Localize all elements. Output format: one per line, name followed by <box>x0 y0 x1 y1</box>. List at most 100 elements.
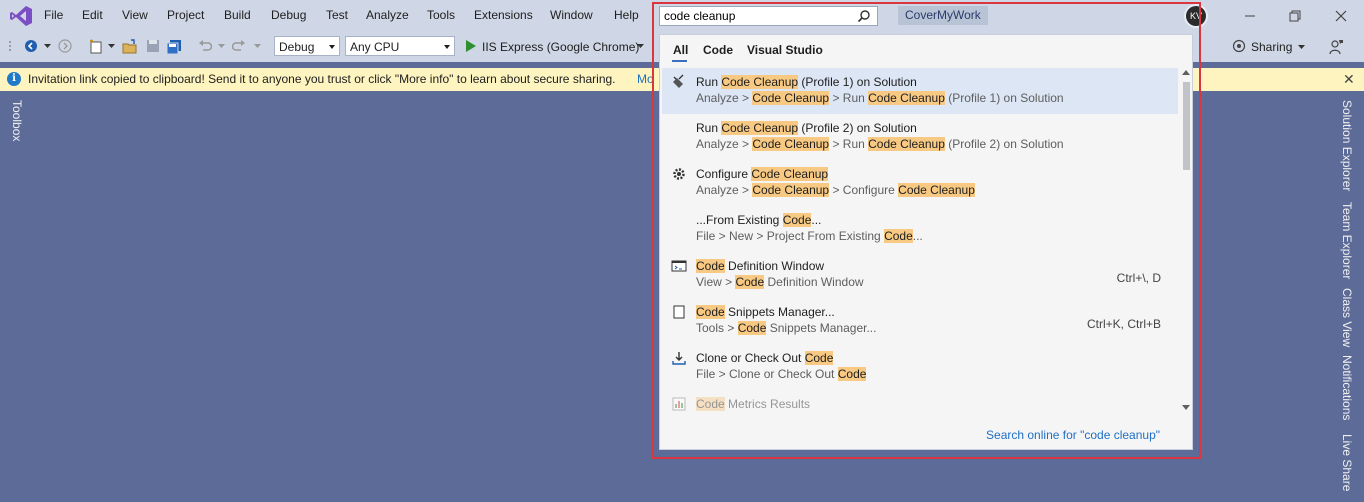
more-info-link[interactable]: Mo <box>637 72 654 86</box>
result-text: > Run <box>829 137 869 151</box>
menu-window[interactable]: Window <box>550 8 593 22</box>
solution-explorer-tab[interactable]: Solution Explorer <box>1340 100 1354 191</box>
toolbox-tab[interactable]: Toolbox <box>10 100 24 141</box>
toolbar-grip-icon[interactable] <box>8 40 14 54</box>
start-debugging-icon[interactable] <box>466 40 476 52</box>
result-text: ... <box>811 213 822 227</box>
chevron-down-icon <box>444 45 450 49</box>
result-path: Analyze > Code Cleanup > Configure Code … <box>696 183 975 197</box>
menu-file[interactable]: File <box>44 8 63 22</box>
results-list: Run Code Cleanup (Profile 1) on Solution… <box>662 68 1178 414</box>
undo-dropdown-icon[interactable] <box>218 44 225 49</box>
notifications-tab[interactable]: Notifications <box>1340 355 1354 420</box>
menu-tools[interactable]: Tools <box>427 8 455 22</box>
live-share-icon[interactable] <box>1232 39 1246 53</box>
results-scrollbar[interactable] <box>1179 68 1193 414</box>
redo-dropdown-icon[interactable] <box>254 44 261 49</box>
run-target-label[interactable]: IIS Express (Google Chrome) <box>482 40 639 54</box>
platform-select[interactable]: Any CPU <box>345 36 455 56</box>
sharing-dropdown-icon[interactable] <box>1298 45 1305 50</box>
tab-visual-studio[interactable]: Visual Studio <box>747 43 823 57</box>
match-highlight: Code Cleanup <box>752 137 830 151</box>
close-icon[interactable] <box>1334 9 1348 23</box>
open-file-icon[interactable] <box>122 39 138 55</box>
menu-view[interactable]: View <box>122 8 148 22</box>
redo-icon[interactable] <box>232 39 246 53</box>
search-icon[interactable] <box>857 9 871 23</box>
result-text: (Profile 2) on Solution <box>798 121 917 135</box>
navigate-back-icon[interactable] <box>24 39 38 53</box>
visual-studio-logo-icon[interactable] <box>10 6 32 26</box>
scroll-down-icon[interactable] <box>1182 405 1190 410</box>
match-highlight: Code <box>837 367 867 381</box>
result-shortcut: Ctrl+\, D <box>1116 271 1161 285</box>
back-dropdown-icon[interactable] <box>44 44 51 49</box>
result-shortcut: Ctrl+K, Ctrl+B <box>1086 317 1161 331</box>
result-text: (Profile 2) on Solution <box>944 137 1064 151</box>
menu-help[interactable]: Help <box>614 8 639 22</box>
tab-code[interactable]: Code <box>703 43 733 57</box>
configuration-select[interactable]: Debug <box>274 36 340 56</box>
restore-icon[interactable] <box>1288 9 1302 23</box>
solution-name-badge[interactable]: CoverMyWork <box>898 6 988 25</box>
result-text: Analyze > <box>696 183 753 197</box>
minimize-icon[interactable] <box>1243 9 1257 23</box>
scrollbar-thumb[interactable] <box>1183 82 1190 170</box>
chevron-down-icon <box>329 45 335 49</box>
avatar[interactable]: KV <box>1186 6 1206 26</box>
menu-debug[interactable]: Debug <box>271 8 306 22</box>
search-result-item[interactable]: Code Metrics Results <box>662 390 1178 414</box>
menu-extensions[interactable]: Extensions <box>474 8 533 22</box>
menu-edit[interactable]: Edit <box>82 8 103 22</box>
search-result-item[interactable]: Code Snippets Manager... Tools > Code Sni… <box>662 298 1178 344</box>
menu-test[interactable]: Test <box>326 8 348 22</box>
tab-all[interactable]: All <box>673 43 688 57</box>
menu-build[interactable]: Build <box>224 8 251 22</box>
live-share-tab[interactable]: Live Share <box>1340 434 1354 491</box>
run-target-dropdown-icon[interactable] <box>637 44 644 49</box>
scroll-up-icon[interactable] <box>1182 70 1190 75</box>
match-highlight: Code <box>804 351 834 365</box>
feedback-icon[interactable] <box>1328 39 1344 55</box>
class-view-tab[interactable]: Class View <box>1340 288 1354 347</box>
navigate-forward-icon[interactable] <box>58 39 72 53</box>
result-text: Metrics Results <box>724 397 811 411</box>
result-title: Code Metrics Results <box>696 397 810 411</box>
result-path: Tools > Code Snippets Manager... <box>696 321 876 335</box>
close-icon[interactable]: ✕ <box>1343 71 1355 88</box>
search-result-item[interactable]: Run Code Cleanup (Profile 2) on Solution… <box>662 114 1178 160</box>
result-path: View > Code Definition Window <box>696 275 864 289</box>
info-message: Invitation link copied to clipboard! Sen… <box>28 72 616 86</box>
team-explorer-tab[interactable]: Team Explorer <box>1340 202 1354 279</box>
result-title: Run Code Cleanup (Profile 2) on Solution <box>696 121 917 135</box>
new-project-icon[interactable] <box>88 39 104 55</box>
sharing-button[interactable]: Sharing <box>1251 40 1292 54</box>
platform-value: Any CPU <box>350 40 400 54</box>
result-text: ...From Existing <box>696 213 783 227</box>
search-result-item[interactable]: Clone or Check Out Code File > Clone or C… <box>662 344 1178 390</box>
search-result-item[interactable]: ...From Existing Code... File > New > Pro… <box>662 206 1178 252</box>
search-result-item[interactable]: Code Definition Window View > Code Defini… <box>662 252 1178 298</box>
search-input[interactable] <box>664 8 852 24</box>
menu-analyze[interactable]: Analyze <box>366 8 409 22</box>
match-highlight: Code <box>737 321 767 335</box>
search-online-link[interactable]: Search online for "code cleanup" <box>986 428 1160 442</box>
clone-icon <box>672 352 686 365</box>
result-title: Run Code Cleanup (Profile 1) on Solution <box>696 75 917 89</box>
search-result-item[interactable]: Configure Code Cleanup Analyze > Code Cle… <box>662 160 1178 206</box>
save-icon[interactable] <box>146 39 160 53</box>
search-box[interactable] <box>659 6 878 26</box>
result-text: > Run <box>829 91 869 105</box>
new-dropdown-icon[interactable] <box>108 44 115 49</box>
result-text: Snippets Manager... <box>766 321 877 335</box>
result-path: Analyze > Code Cleanup > Run Code Cleanu… <box>696 91 1064 105</box>
result-text: > Configure <box>829 183 899 197</box>
result-title: Code Snippets Manager... <box>696 305 835 319</box>
match-highlight: Code Cleanup <box>868 137 945 151</box>
menu-project[interactable]: Project <box>167 8 204 22</box>
undo-icon[interactable] <box>198 39 212 53</box>
match-highlight: Code Cleanup <box>898 183 975 197</box>
search-result-item[interactable]: Run Code Cleanup (Profile 1) on Solution… <box>662 68 1178 114</box>
save-all-icon[interactable] <box>166 39 182 55</box>
configuration-value: Debug <box>279 40 315 54</box>
